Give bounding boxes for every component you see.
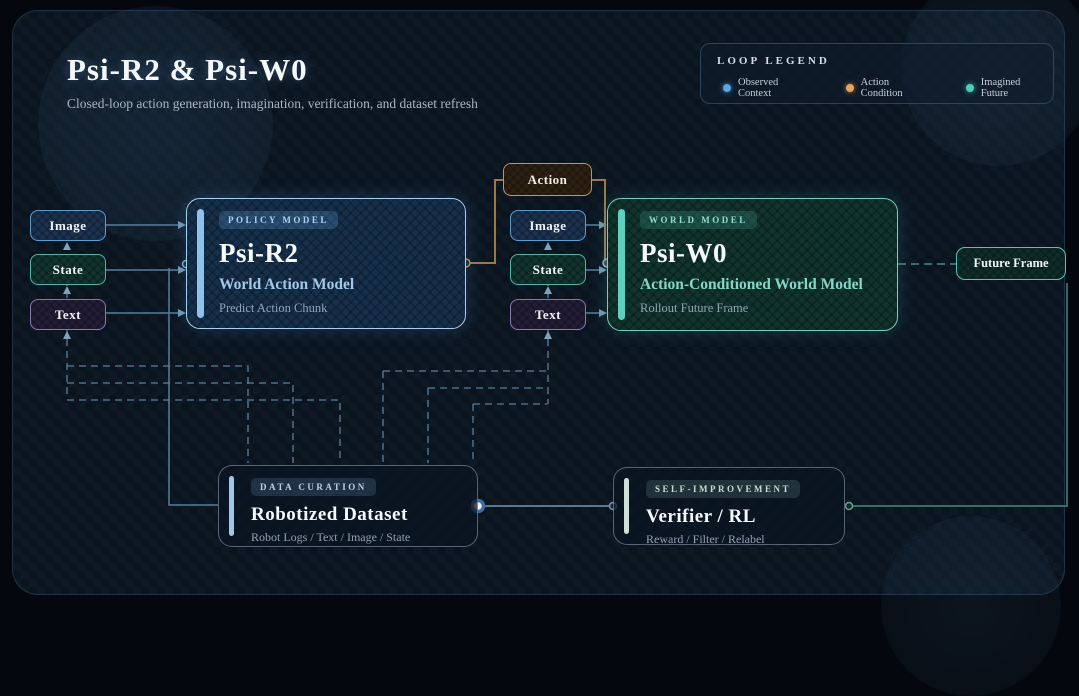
node-input-state-mid: State [510, 254, 586, 285]
diagram-page: { "page": { "title": "Psi-R2 & Psi-W0", … [0, 0, 1079, 696]
legend-item-action-condition: Action Condition [845, 77, 920, 99]
self-improvement-badge: SELF-IMPROVEMENT [646, 480, 801, 498]
legend-item-imagined-future: Imagined Future [965, 77, 1037, 99]
legend-item-label: Imagined Future [980, 77, 1021, 99]
node-policy-model: POLICY MODEL Psi-R2 World Action Model P… [186, 198, 466, 329]
verifier-accent-bar [624, 478, 629, 534]
node-input-state-left: State [30, 254, 106, 285]
world-model-title: Psi-W0 [640, 238, 727, 268]
node-future-frame: Future Frame [956, 247, 1066, 280]
loop-legend: LOOP LEGEND Observed Context Action Cond… [700, 43, 1054, 104]
observed-context-dot-icon [723, 84, 731, 92]
world-model-description: Rollout Future Frame [640, 301, 749, 315]
policy-model-description: Predict Action Chunk [219, 301, 328, 315]
imagined-future-dot-icon [965, 84, 974, 92]
world-accent-bar [618, 209, 625, 320]
arrowheads-left [178, 221, 186, 317]
node-world-model: WORLD MODEL Psi-W0 Action-Conditioned Wo… [607, 198, 898, 331]
world-model-subtitle: Action-Conditioned World Model [640, 276, 863, 293]
legend-item-observed-context: Observed Context [723, 77, 800, 99]
legend-items: Observed Context Action Condition Imagin… [723, 77, 1037, 99]
dataset-description: Robot Logs / Text / Image / State [251, 530, 411, 544]
page-title: Psi-R2 & Psi-W0 [67, 52, 308, 87]
title-block: Psi-R2 & Psi-W0 Closed-loop action gener… [67, 52, 478, 112]
dataset-accent-bar [229, 476, 234, 536]
policy-model-badge: POLICY MODEL [219, 211, 338, 229]
dataset-title: Robotized Dataset [251, 504, 408, 525]
page-subtitle: Closed-loop action generation, imaginati… [67, 96, 478, 111]
node-input-text-left: Text [30, 299, 106, 330]
node-input-image-mid: Image [510, 210, 586, 241]
node-action: Action [503, 163, 592, 196]
node-verifier-rl: SELF-IMPROVEMENT Verifier / RL Reward / … [613, 467, 845, 546]
node-input-image-left: Image [30, 210, 106, 241]
policy-accent-bar [197, 209, 204, 318]
verifier-title: Verifier / RL [646, 506, 756, 527]
action-condition-dot-icon [845, 84, 854, 92]
world-model-badge: WORLD MODEL [640, 211, 757, 229]
node-input-text-mid: Text [510, 299, 586, 330]
legend-item-label: Action Condition [860, 77, 903, 99]
observed-context-edges-mid [586, 224, 599, 314]
policy-model-title: Psi-R2 [219, 238, 299, 268]
verifier-output-port [844, 501, 854, 511]
data-curation-badge: DATA CURATION [251, 478, 376, 496]
legend-title: LOOP LEGEND [717, 55, 830, 67]
policy-model-subtitle: World Action Model [219, 276, 355, 293]
legend-item-label: Observed Context [738, 77, 779, 99]
verifier-description: Reward / Filter / Relabel [646, 532, 765, 546]
node-robotized-dataset: DATA CURATION Robotized Dataset Robot Lo… [218, 465, 478, 547]
